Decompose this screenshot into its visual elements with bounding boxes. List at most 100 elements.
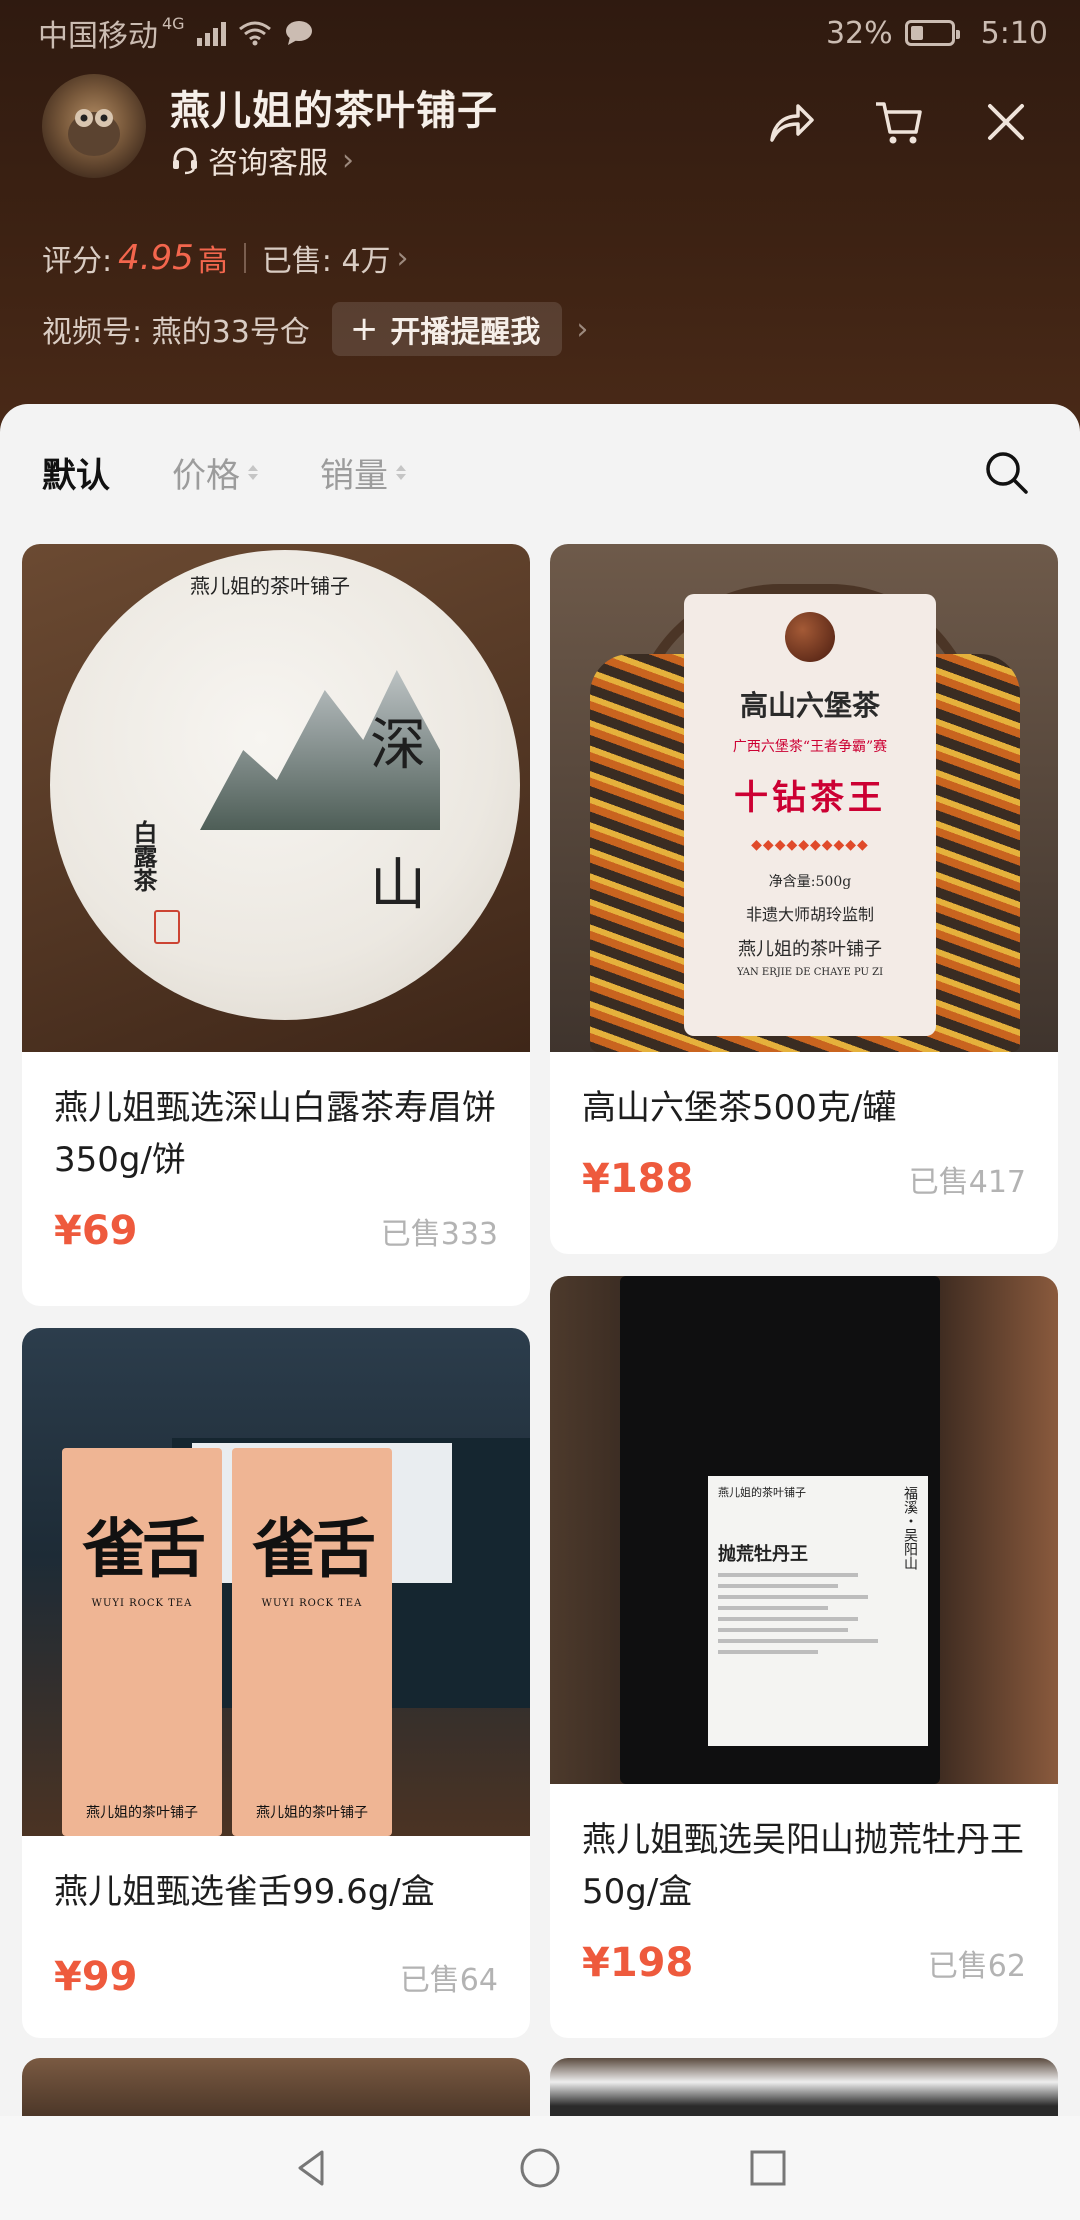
pack-title: 雀舌	[82, 1512, 206, 1587]
product-card-partial[interactable]	[22, 2058, 530, 2116]
cake-big-char: 山	[370, 853, 426, 918]
product-panel: 默认 价格 销量 燕儿姐的茶叶铺子 深 山 白露茶 燕儿姐甄选深山白露茶寿眉饼3…	[0, 404, 1080, 2116]
tin-title: 抛荒牡丹王	[718, 1544, 808, 1565]
product-info: 高山六堡茶500克/罐 ¥188 已售417	[550, 1052, 1058, 1202]
rating-value: 4.95	[118, 238, 194, 278]
sort-arrows-icon	[248, 464, 258, 480]
stats-divider	[243, 243, 246, 273]
product-card[interactable]: 燕儿姐的茶叶铺子 深 山 白露茶 燕儿姐甄选深山白露茶寿眉饼350g/饼 ¥69…	[22, 544, 530, 1306]
tea-tag: 高山六堡茶 广西六堡茶“王者争霸”赛 十钻茶王 ◆◆◆◆◆◆◆◆◆◆ 净含量:5…	[684, 594, 936, 1036]
shop-sold-count: 已售: 4万	[261, 244, 391, 279]
cart-icon[interactable]	[872, 96, 924, 148]
red-seal	[154, 910, 180, 944]
pack-en: WUYI ROCK TEA	[91, 1598, 193, 1609]
product-image[interactable]: 燕儿姐的茶叶铺子 深 山 白露茶	[22, 544, 530, 1052]
product-sold: 已售64	[399, 1963, 498, 1998]
sort-bar: 默认 价格 销量	[0, 404, 1080, 540]
channel-label[interactable]: 视频号: 燕的33号仓	[42, 307, 310, 351]
status-left: 中国移动 4G	[38, 11, 314, 55]
tag-master: 非遗大师胡玲监制	[745, 905, 874, 924]
battery-level	[910, 26, 923, 40]
share-icon[interactable]	[764, 96, 816, 148]
tin-label: 燕儿姐的茶叶铺子 福溪・吴阳山 抛荒牡丹王	[708, 1476, 928, 1746]
customer-service-label: 咨询客服	[208, 146, 328, 181]
cake-big-char: 深	[370, 713, 426, 778]
cake-side-text: 白露茶	[129, 820, 158, 892]
product-card[interactable]: 高山六堡茶 广西六堡茶“王者争霸”赛 十钻茶王 ◆◆◆◆◆◆◆◆◆◆ 净含量:5…	[550, 544, 1058, 1254]
sort-tab-label: 价格	[172, 455, 240, 496]
product-image[interactable]: 高山六堡茶 广西六堡茶“王者争霸”赛 十钻茶王 ◆◆◆◆◆◆◆◆◆◆ 净含量:5…	[550, 544, 1058, 1052]
product-title[interactable]: 燕儿姐甄选雀舌99.6g/盒	[54, 1866, 498, 1918]
pack-shop: 燕儿姐的茶叶铺子	[86, 1805, 198, 1821]
live-remind-label: 开播提醒我	[390, 315, 541, 350]
product-title[interactable]: 燕儿姐甄选吴阳山抛荒牡丹王50g/盒	[582, 1814, 1026, 1918]
sort-tab-sales[interactable]: 销量	[320, 448, 406, 497]
network-label: 4G	[162, 13, 185, 33]
channel-row: 视频号: 燕的33号仓 + 开播提醒我 ›	[42, 302, 588, 356]
tag-sub: 广西六堡茶“王者争霸”赛	[732, 739, 888, 755]
rating-badge: 高	[197, 244, 228, 279]
tag-weight: 净含量:500g	[768, 874, 852, 890]
system-nav-bar	[0, 2116, 1080, 2220]
pack-en: WUYI ROCK TEA	[261, 1598, 363, 1609]
product-card[interactable]: 燕儿姐的茶叶铺子 福溪・吴阳山 抛荒牡丹王 燕儿姐甄选吴阳山抛荒牡丹王50g/盒…	[550, 1276, 1058, 2038]
product-info: 燕儿姐甄选吴阳山抛荒牡丹王50g/盒 ¥198 已售62	[550, 1784, 1058, 1986]
product-image[interactable]: 雀舌 WUYI ROCK TEA 燕儿姐的茶叶铺子 雀舌 WUYI ROCK T…	[22, 1328, 530, 1836]
shop-stats[interactable]: 评分: 4.95 高 已售: 4万 ›	[42, 236, 409, 280]
plus-icon: +	[349, 309, 379, 349]
tin-shop: 燕儿姐的茶叶铺子	[718, 1486, 806, 1499]
product-info: 燕儿姐甄选雀舌99.6g/盒 ¥99 已售64	[22, 1836, 530, 2000]
product-info: 燕儿姐甄选深山白露茶寿眉饼350g/饼 ¥69 已售333	[22, 1052, 530, 1254]
product-price: ¥198	[582, 1940, 694, 1986]
product-price: ¥99	[54, 1954, 138, 2000]
chevron-right-icon[interactable]: ›	[576, 312, 588, 347]
sort-tab-price[interactable]: 价格	[172, 448, 258, 497]
customer-service-link[interactable]: 咨询客服 ›	[170, 138, 354, 182]
tag-pinyin: YAN ERJIE DE CHAYE PU ZI	[736, 967, 884, 978]
product-footer: ¥198 已售62	[582, 1940, 1026, 1986]
live-remind-button[interactable]: + 开播提醒我	[331, 302, 563, 356]
tag-shop: 燕儿姐的茶叶铺子	[738, 939, 882, 960]
signal-icon	[196, 20, 226, 46]
product-price: ¥69	[54, 1208, 138, 1254]
tea-pack: 雀舌 WUYI ROCK TEA 燕儿姐的茶叶铺子	[232, 1448, 392, 1836]
back-icon[interactable]	[288, 2144, 336, 2192]
tea-pack: 雀舌 WUYI ROCK TEA 燕儿姐的茶叶铺子	[62, 1448, 222, 1836]
sort-tab-label: 销量	[320, 455, 388, 496]
product-sold: 已售417	[908, 1165, 1026, 1200]
tin-label-lines	[718, 1573, 918, 1654]
product-card[interactable]: 雀舌 WUYI ROCK TEA 燕儿姐的茶叶铺子 雀舌 WUYI ROCK T…	[22, 1328, 530, 2038]
shop-name[interactable]: 燕儿姐的茶叶铺子	[170, 78, 498, 136]
chevron-right-icon: ›	[342, 142, 354, 178]
product-title[interactable]: 燕儿姐甄选深山白露茶寿眉饼350g/饼	[54, 1082, 498, 1186]
home-icon[interactable]	[516, 2144, 564, 2192]
tag-title: 高山六堡茶	[739, 689, 880, 722]
status-bar: 中国移动 4G 32% 5:10	[0, 0, 1080, 66]
tin-mountain: 福溪・吴阳山	[902, 1486, 918, 1570]
pack-title: 雀舌	[252, 1512, 376, 1587]
product-footer: ¥188 已售417	[582, 1156, 1026, 1202]
search-icon[interactable]	[982, 448, 1030, 496]
close-icon[interactable]	[980, 96, 1032, 148]
tea-cake-illustration: 燕儿姐的茶叶铺子 深 山 白露茶	[50, 550, 520, 1020]
battery-percent: 32%	[825, 15, 893, 51]
battery-icon	[904, 20, 960, 46]
headset-icon	[173, 147, 197, 175]
wifi-icon	[238, 21, 271, 46]
clock: 5:10	[980, 15, 1048, 51]
product-price: ¥188	[582, 1156, 694, 1202]
shop-header: 中国移动 4G 32% 5:10 燕儿姐的茶叶铺子 咨询客服 › 评分: 4.9…	[0, 0, 1080, 440]
sort-tab-default[interactable]: 默认	[42, 448, 110, 497]
shop-avatar[interactable]	[42, 74, 146, 178]
pack-shop: 燕儿姐的茶叶铺子	[256, 1805, 368, 1821]
tag-bead	[785, 612, 835, 662]
message-icon	[285, 21, 312, 45]
product-card-partial[interactable]	[550, 2058, 1058, 2116]
carrier-label: 中国移动	[38, 19, 158, 54]
sort-arrows-icon	[396, 464, 406, 480]
product-title[interactable]: 高山六堡茶500克/罐	[582, 1082, 1026, 1134]
product-image[interactable]: 燕儿姐的茶叶铺子 福溪・吴阳山 抛荒牡丹王	[550, 1276, 1058, 1784]
rating-label: 评分:	[42, 244, 113, 279]
recents-icon[interactable]	[744, 2144, 792, 2192]
product-sold: 已售333	[380, 1217, 498, 1252]
